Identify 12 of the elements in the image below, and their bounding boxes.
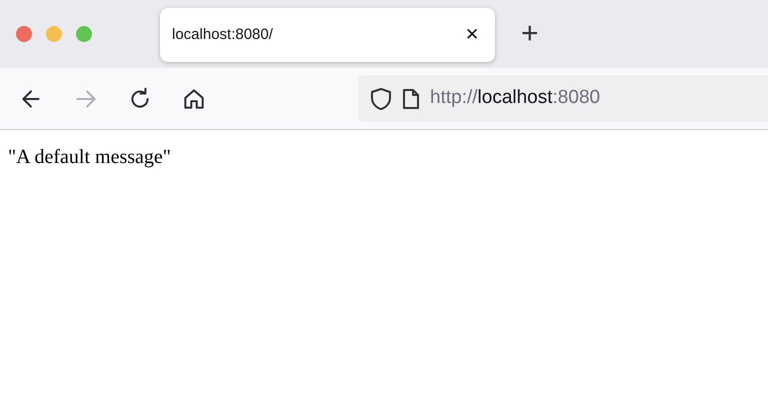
window-control-button[interactable] <box>16 26 32 42</box>
window-control-button[interactable] <box>76 26 92 42</box>
browser-tab[interactable]: localhost:8080/ ✕ <box>160 8 495 62</box>
new-tab-button[interactable]: + <box>515 18 545 50</box>
close-tab-button[interactable]: ✕ <box>461 22 483 48</box>
url-text: http://localhost:8080 <box>430 86 600 110</box>
shield-icon <box>370 86 392 110</box>
address-bar[interactable]: http://localhost:8080 <box>358 75 768 122</box>
window-control-button[interactable] <box>46 26 62 42</box>
tab-title: localhost:8080/ <box>172 24 273 45</box>
page-icon <box>402 88 420 110</box>
page-message: "A default message" <box>7 145 172 170</box>
